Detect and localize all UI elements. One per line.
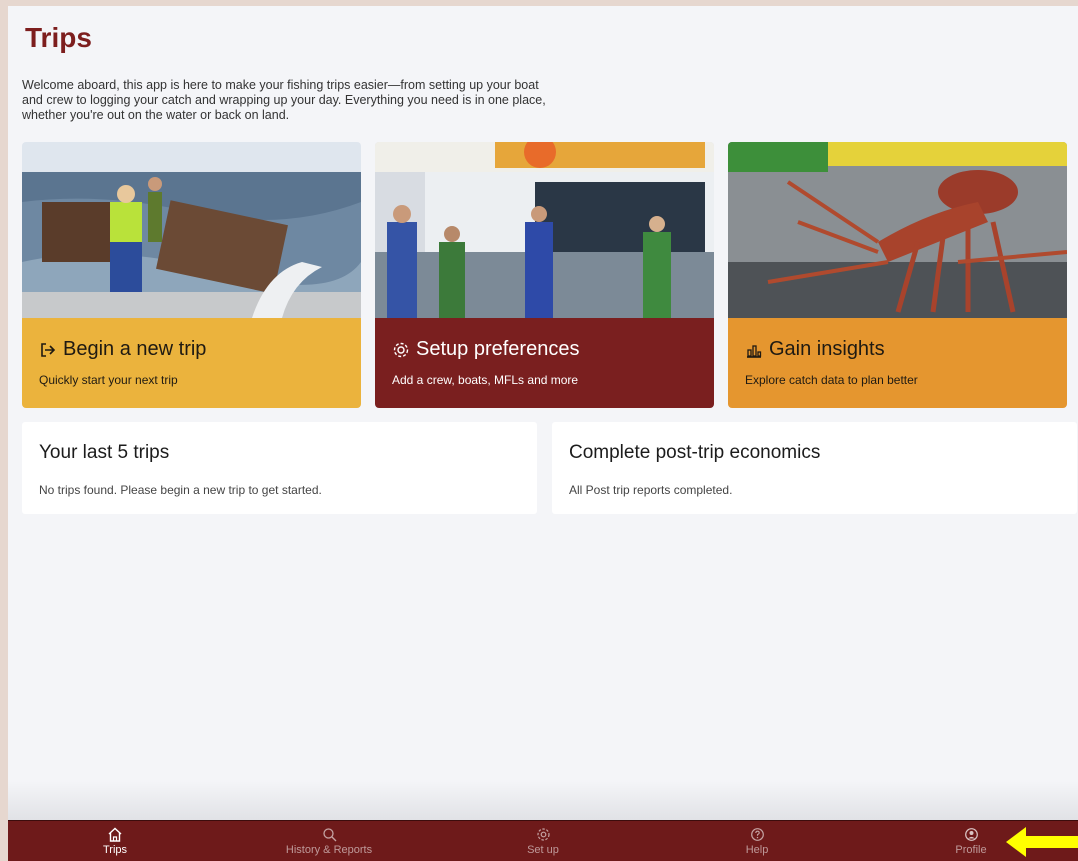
gain-insights-title: Gain insights [769, 338, 885, 360]
economics-panel[interactable]: Complete post-trip economics All Post tr… [552, 422, 1077, 514]
begin-trip-title: Begin a new trip [63, 338, 207, 360]
gear-icon [393, 342, 409, 357]
crew-on-deck-photo [375, 142, 714, 318]
setup-preferences-subtitle: Add a crew, boats, MFLs and more [392, 373, 579, 387]
last-trips-title: Your last 5 trips [39, 442, 170, 463]
begin-trip-subtitle: Quickly start your next trip [39, 373, 178, 387]
last-trips-message: No trips found. Please begin a new trip … [39, 483, 322, 497]
profile-icon [964, 827, 979, 842]
begin-trip-card[interactable]: Begin a new trip Quickly start your next… [22, 142, 361, 408]
tab-history-reports[interactable]: History & Reports [222, 821, 436, 861]
bar-chart-icon [747, 344, 762, 358]
page-title: Trips [25, 22, 92, 53]
tab-profile-label: Profile [955, 844, 987, 856]
tab-help[interactable]: Help [650, 821, 864, 861]
fishing-boat-photo [22, 142, 361, 318]
bottom-tab-bar: Trips History & Reports Set up Help Prof… [8, 820, 1078, 861]
sign-in-icon [41, 342, 56, 357]
annotation-arrow-icon [1006, 827, 1078, 857]
tab-trips[interactable]: Trips [8, 821, 222, 861]
economics-title: Complete post-trip economics [569, 442, 821, 463]
gain-insights-subtitle: Explore catch data to plan better [745, 373, 918, 387]
gain-insights-card[interactable]: Gain insights Explore catch data to plan… [728, 142, 1067, 408]
setup-preferences-card[interactable]: Setup preferences Add a crew, boats, MFL… [375, 142, 714, 408]
economics-message: All Post trip reports completed. [569, 483, 733, 497]
tab-help-label: Help [745, 844, 769, 856]
intro-text: Welcome aboard, this app is here to make… [22, 78, 546, 122]
setup-preferences-title: Setup preferences [416, 338, 580, 360]
home-icon [107, 827, 123, 842]
tab-set-up[interactable]: Set up [436, 821, 650, 861]
help-icon [750, 827, 765, 842]
app-screen: Trips Welcome aboard, this app is here t… [8, 6, 1078, 861]
tab-history-reports-label: History & Reports [285, 844, 373, 856]
search-icon [322, 827, 337, 842]
gear-icon [536, 827, 551, 842]
tab-set-up-label: Set up [527, 844, 559, 856]
rock-lobster-photo [728, 142, 1067, 318]
tab-trips-label: Trips [102, 844, 128, 856]
last-trips-panel: Your last 5 trips No trips found. Please… [22, 422, 537, 514]
